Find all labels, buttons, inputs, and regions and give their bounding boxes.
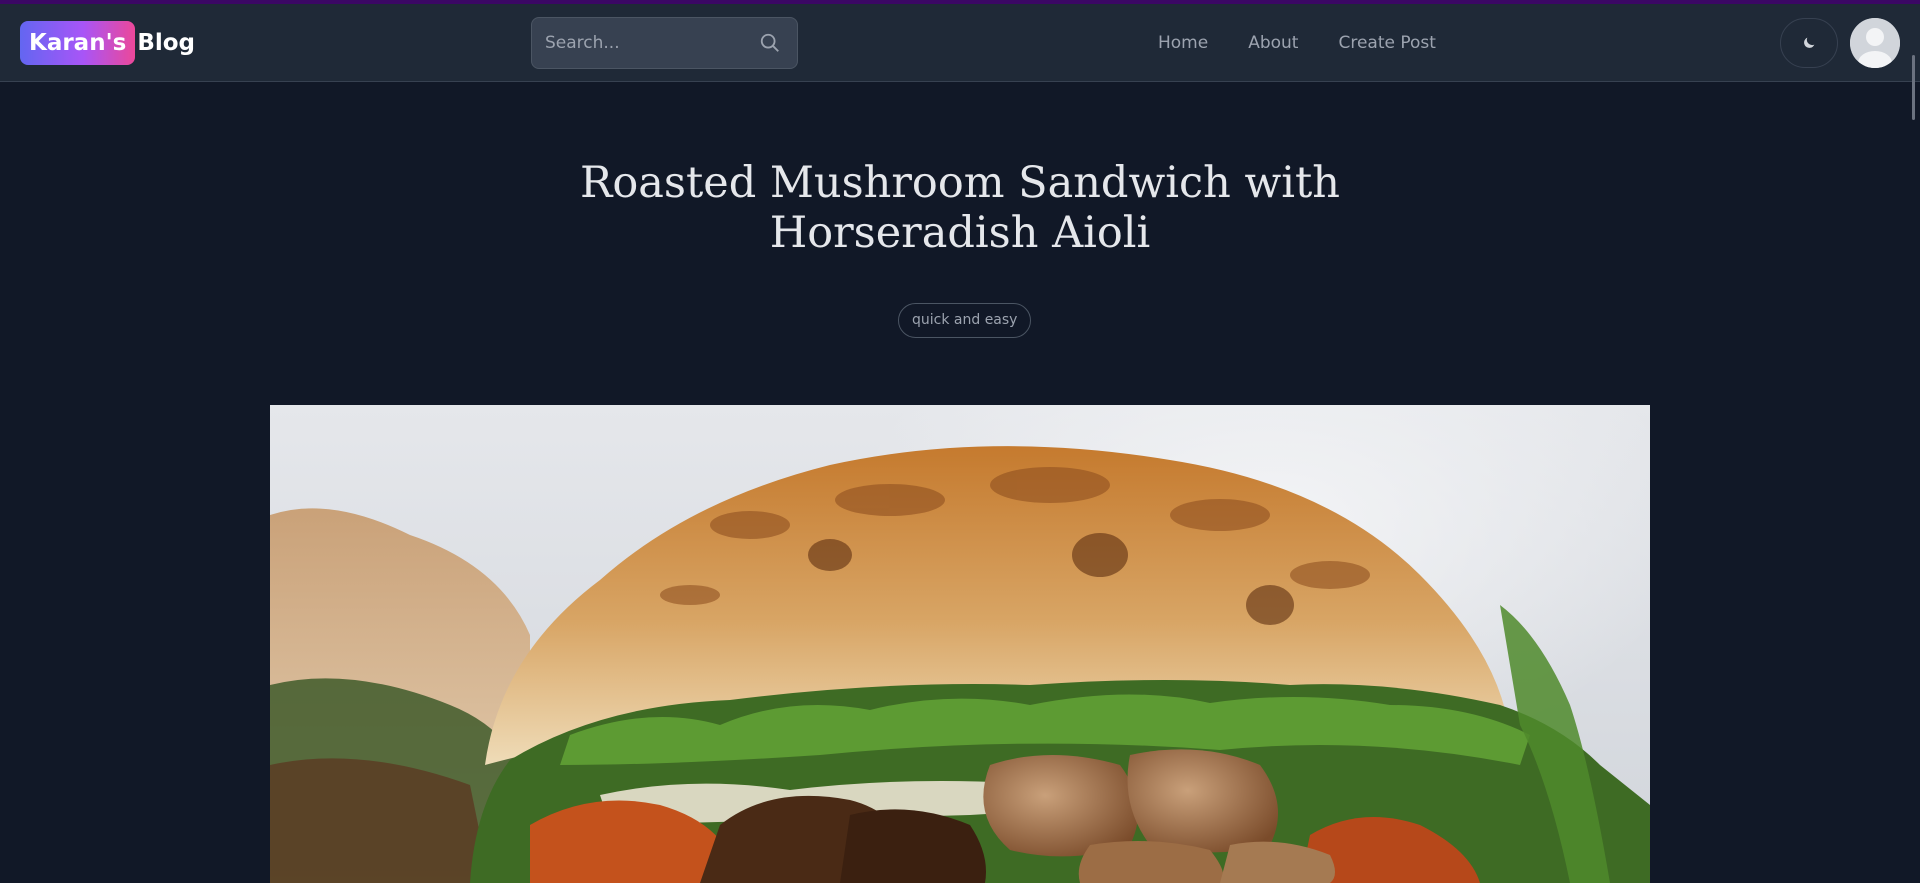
main-nav: Home About Create Post <box>1158 33 1476 53</box>
hero-image <box>270 405 1650 883</box>
page-scrollbar[interactable] <box>1912 55 1915 120</box>
moon-icon <box>1804 37 1815 48</box>
sandwich-photo <box>270 446 1650 883</box>
search-box <box>531 17 798 69</box>
logo-badge: Karan's <box>20 21 136 65</box>
logo-text: Blog <box>137 30 195 56</box>
user-avatar-icon[interactable] <box>1850 18 1900 68</box>
post-title: Roasted Mushroom Sandwich with Horseradi… <box>580 158 1340 258</box>
site-logo[interactable]: Karan's Blog <box>20 21 195 65</box>
site-header: Karan's Blog Home About Create Post <box>0 4 1920 82</box>
nav-about-link[interactable]: About <box>1248 33 1298 53</box>
post-tag[interactable]: quick and easy <box>898 303 1032 338</box>
theme-toggle-button[interactable] <box>1780 18 1838 68</box>
nav-home-link[interactable]: Home <box>1158 33 1208 53</box>
search-icon[interactable] <box>759 32 781 54</box>
nav-create-post-link[interactable]: Create Post <box>1338 33 1435 53</box>
search-input[interactable] <box>532 32 747 54</box>
